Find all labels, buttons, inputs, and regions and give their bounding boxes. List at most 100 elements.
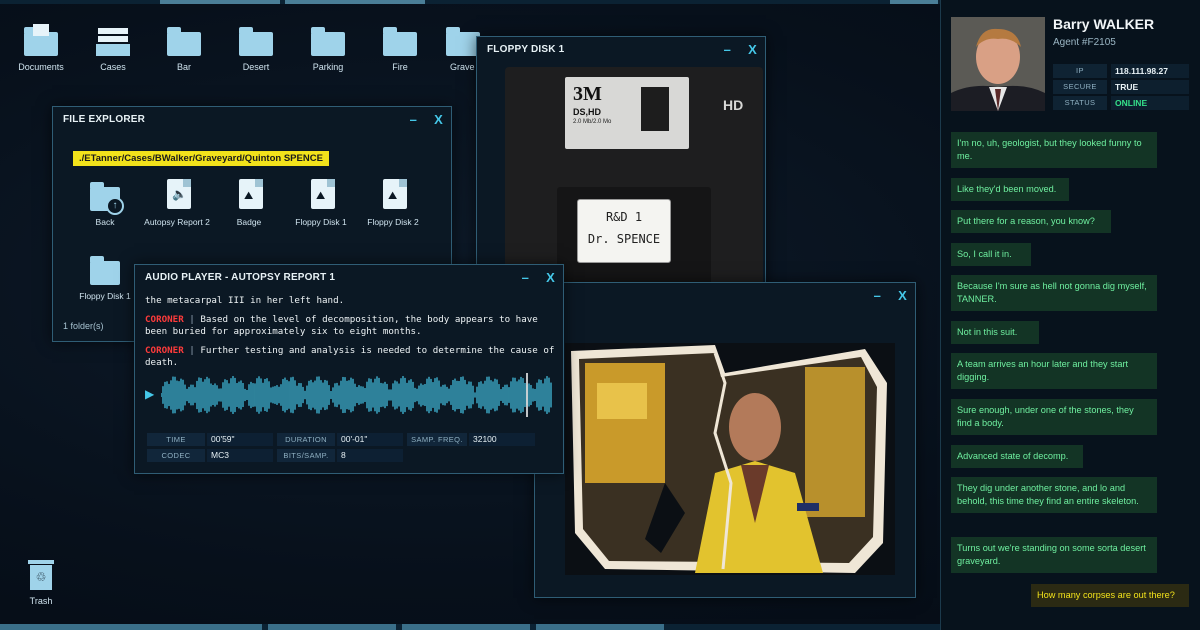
cases-tray-icon — [96, 26, 130, 56]
window-title-bar[interactable]: AUDIO PLAYER - AUTOPSY REPORT 1 – X — [135, 265, 563, 291]
window-title: FILE EXPLORER — [63, 114, 146, 125]
back-folder-icon: ↑ — [90, 179, 124, 215]
taskbar-tab[interactable] — [536, 624, 664, 630]
transcript-text: the metacarpal III in her left hand. COR… — [145, 295, 555, 376]
folder-count-status: 1 folder(s) — [63, 321, 104, 331]
transcript-line-text: Further testing and analysis is needed t… — [145, 344, 555, 369]
documents-folder-icon — [24, 24, 58, 56]
taskbar-tab[interactable] — [285, 0, 425, 4]
taskbar-tab[interactable] — [402, 624, 530, 630]
reply-option[interactable]: How many corpses are out there? — [1031, 584, 1189, 607]
hd-mark: HD — [723, 97, 744, 113]
waveform-graph — [161, 373, 552, 417]
file-item-label: Floppy Disk 1 — [79, 291, 131, 301]
file-item-label: Floppy Disk 2 — [367, 217, 419, 227]
disk-format-sub: 2.0 Mb/2.0 Mo — [573, 119, 612, 125]
desktop-icon-parking[interactable]: Parking — [293, 26, 363, 72]
desktop-icon-cases[interactable]: Cases — [78, 26, 148, 72]
desktop-icon-label: Fire — [392, 62, 408, 72]
speaker-separator: | — [189, 344, 195, 356]
disk-label-line2: Dr. SPENCE — [587, 232, 661, 246]
chat-message: So, I call it in. — [951, 243, 1031, 266]
time-label: TIME — [147, 433, 205, 446]
file-item-floppy-disk-1[interactable]: ⛰ Floppy Disk 1 — [285, 179, 357, 227]
window-title-bar[interactable]: FLOPPY DISK 1 – X — [477, 37, 765, 63]
file-item-back[interactable]: ↑ Back — [69, 179, 141, 227]
brand-logo: 3M — [573, 83, 602, 105]
desktop-icon-fire[interactable]: Fire — [365, 26, 435, 72]
play-icon[interactable]: ▶ — [145, 387, 154, 401]
file-item-autopsy-report-2[interactable]: 🔈 Autopsy Report 2 — [141, 179, 213, 227]
torn-photograph — [565, 343, 895, 575]
minimize-button[interactable]: – — [874, 283, 881, 309]
minimize-button[interactable]: – — [522, 265, 529, 291]
folder-icon — [383, 26, 417, 56]
disk-label-line1: R&D 1 — [605, 210, 643, 224]
folder-icon — [446, 26, 480, 56]
agent-chat-panel: Barry WALKER Agent #F2105 IP 118.111.98.… — [940, 0, 1200, 630]
disk-label: R&D 1 Dr. SPENCE — [577, 199, 671, 263]
photo-viewer-window[interactable]: – X — [534, 282, 916, 598]
codec-label: CODEC — [147, 449, 205, 462]
speaker-label: CORONER — [145, 313, 184, 325]
trash-icon: ♲ — [28, 560, 54, 590]
window-title: FLOPPY DISK 1 — [487, 44, 565, 55]
desktop-icon-label: Grave — [450, 62, 475, 72]
desktop-icon-trash[interactable]: ♲ Trash — [6, 560, 76, 606]
minimize-button[interactable]: – — [724, 37, 731, 63]
chat-message: Put there for a reason, you know? — [951, 210, 1111, 233]
window-title-bar[interactable]: FILE EXPLORER – X — [53, 107, 451, 133]
desktop-icon-bar[interactable]: Bar — [149, 26, 219, 72]
window-title-bar[interactable]: – X — [535, 283, 915, 309]
close-button[interactable]: X — [546, 265, 555, 291]
folder-icon — [311, 26, 345, 56]
disk-shutter: 3M DS,HD 2.0 Mb/2.0 Mo — [565, 77, 689, 149]
chat-message: I'm no, uh, geologist, but they looked f… — [951, 132, 1157, 168]
file-item-label: Back — [95, 217, 115, 227]
info-row-status: STATUS ONLINE — [1053, 96, 1189, 110]
ip-label: IP — [1053, 64, 1107, 78]
chat-message: They dig under another stone, and lo and… — [951, 477, 1157, 513]
taskbar-tab[interactable] — [268, 624, 396, 630]
audio-file-icon: 🔈 — [162, 179, 192, 211]
image-file-icon: ⛰ — [234, 179, 264, 211]
close-button[interactable]: X — [434, 107, 443, 133]
file-item-floppy-disk-1-folder[interactable]: Floppy Disk 1 — [69, 253, 141, 301]
chat-message: Sure enough, under one of the stones, th… — [951, 399, 1157, 435]
info-row-secure: SECURE TRUE — [1053, 80, 1189, 94]
file-item-floppy-disk-2[interactable]: ⛰ Floppy Disk 2 — [357, 179, 429, 227]
chat-message: Advanced state of decomp. — [951, 445, 1083, 468]
trash-label: Trash — [29, 596, 53, 606]
chat-message: Because I'm sure as hell not gonna dig m… — [951, 275, 1157, 311]
status-badge: ONLINE — [1111, 96, 1189, 110]
close-button[interactable]: X — [898, 283, 907, 309]
desktop-icon-label: Documents — [18, 62, 64, 72]
taskbar-tab[interactable] — [160, 0, 280, 4]
bits-label: BITS/SAMP. — [277, 449, 335, 462]
desktop-icon-desert[interactable]: Desert — [221, 26, 291, 72]
taskbar-tab[interactable] — [890, 0, 938, 4]
taskbar-tab[interactable] — [0, 624, 262, 630]
ip-value: 118.111.98.27 — [1111, 64, 1189, 78]
info-row-ip: IP 118.111.98.27 — [1053, 64, 1189, 78]
file-item-label: Autopsy Report 2 — [144, 217, 210, 227]
file-item-badge[interactable]: ⛰ Badge — [213, 179, 285, 227]
audio-player-window[interactable]: AUDIO PLAYER - AUTOPSY REPORT 1 – X the … — [134, 264, 564, 474]
image-file-icon: ⛰ — [306, 179, 336, 211]
agent-id: Agent #F2105 — [1053, 37, 1116, 48]
sample-freq-value: 32100 — [469, 433, 535, 446]
duration-label: DURATION — [277, 433, 335, 446]
secure-value: TRUE — [1111, 80, 1189, 94]
bottom-taskbar — [0, 624, 940, 630]
folder-icon — [239, 26, 273, 56]
transcript-line-text: Based on the level of decomposition, the… — [145, 313, 538, 338]
transcript-line: CORONER | Based on the level of decompos… — [145, 314, 555, 339]
desktop-icon-label: Parking — [312, 62, 344, 72]
minimize-button[interactable]: – — [410, 107, 417, 133]
image-file-icon: ⛰ — [378, 179, 408, 211]
close-button[interactable]: X — [748, 37, 757, 63]
audio-waveform[interactable]: ▶ — [145, 373, 555, 417]
file-item-label: Floppy Disk 1 — [295, 217, 347, 227]
desktop-icon-documents[interactable]: Documents — [6, 24, 76, 72]
path-breadcrumb[interactable]: ./ETanner/Cases/BWalker/Graveyard/Quinto… — [73, 151, 329, 166]
